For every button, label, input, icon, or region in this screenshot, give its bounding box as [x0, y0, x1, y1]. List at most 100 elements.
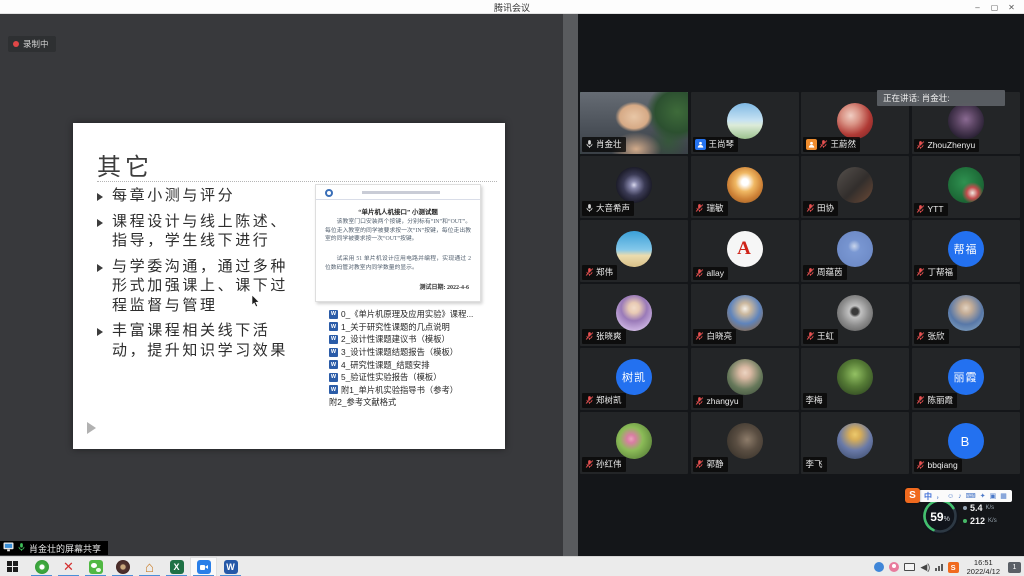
- file-name: 附1_单片机实验指导书（参考）: [341, 384, 458, 396]
- participant-tile[interactable]: 肖金壮: [580, 92, 688, 154]
- keyboard-icon[interactable]: ⌨: [966, 493, 976, 500]
- participant-name-label: 李梅: [803, 393, 827, 408]
- word-file-icon: W: [329, 373, 338, 382]
- participant-tile[interactable]: 郑伟: [580, 220, 688, 282]
- participant-tile[interactable]: 丽霞陈丽霞: [912, 348, 1020, 410]
- mic-muted-icon: [916, 204, 925, 214]
- participant-name: YTT: [928, 204, 944, 214]
- start-button[interactable]: [7, 561, 19, 573]
- download-dot-icon: [963, 519, 967, 523]
- tray-monitor-icon[interactable]: [904, 563, 915, 571]
- taskbar-app-wechat[interactable]: [82, 557, 109, 576]
- tray-speaker-icon[interactable]: ◀): [920, 562, 930, 573]
- punct-icon[interactable]: ，: [936, 493, 943, 500]
- toolbox-icon[interactable]: ✦: [980, 493, 986, 500]
- participant-name-label: 孙红伟: [582, 457, 626, 472]
- tray-person-icon[interactable]: [889, 562, 899, 572]
- meeting-icon: [197, 560, 211, 574]
- participant-tile[interactable]: 树凯郑树凯: [580, 348, 688, 410]
- taskbar-app-browser[interactable]: [28, 557, 55, 576]
- participant-tile[interactable]: 瑞敏: [691, 156, 799, 218]
- participant-tile[interactable]: Aallay: [691, 220, 799, 282]
- file-list-item[interactable]: W附1_单片机实验指导书（参考）: [329, 384, 499, 397]
- mic-muted-icon: [806, 331, 815, 341]
- participant-avatar: [727, 295, 763, 331]
- close-button[interactable]: ✕: [1003, 3, 1020, 12]
- performance-gauge[interactable]: 59%: [920, 496, 960, 536]
- file-list: W0_《单片机原理及应用实验》课程...W1_关于研究性课题的几点说明W2_设计…: [329, 308, 499, 409]
- maximize-button[interactable]: ▢: [986, 3, 1003, 12]
- participant-tile[interactable]: 王虹: [801, 284, 909, 346]
- emoji-icon[interactable]: ☺: [947, 493, 954, 500]
- tray-sogou-icon[interactable]: S: [948, 562, 959, 573]
- slide-bullet: 课程设计与线上陈述、指导，学生线下进行: [95, 213, 295, 252]
- word-file-icon: W: [329, 310, 338, 319]
- voice-icon[interactable]: ♪: [958, 493, 962, 500]
- participant-tile[interactable]: 白晓亮: [691, 284, 799, 346]
- document-paragraph: 该教室门口安装两个按键，分别标有“IN”和“OUT”。每位走入教室的同学被要求按…: [325, 218, 471, 244]
- grid-icon[interactable]: ▦: [1000, 493, 1007, 500]
- monitor-icon: [3, 539, 14, 557]
- recording-label: 录制中: [23, 38, 49, 50]
- file-list-item[interactable]: W4_研究性课题_结题安排: [329, 358, 499, 371]
- taskbar-app-excel[interactable]: X: [163, 557, 190, 576]
- document-title: “单片机人机接口” 小测试题: [316, 206, 480, 216]
- mic-muted-icon: [695, 331, 704, 341]
- participant-tile[interactable]: 张晓爽: [580, 284, 688, 346]
- participant-tile[interactable]: YTT: [912, 156, 1020, 218]
- participant-tile[interactable]: 帮福丁帮福: [912, 220, 1020, 282]
- taskbar-app-meeting[interactable]: [190, 557, 217, 576]
- taskbar-clock[interactable]: 16:51 2022/4/12: [964, 558, 1003, 576]
- minimize-button[interactable]: –: [969, 3, 986, 12]
- participant-tile[interactable]: 周蕴茵: [801, 220, 909, 282]
- gauge-value: 59: [930, 510, 943, 524]
- file-list-item[interactable]: W1_关于研究性课题的几点说明: [329, 321, 499, 334]
- file-name: 0_《单片机原理及应用实验》课程...: [341, 308, 473, 320]
- participant-tile[interactable]: 田协: [801, 156, 909, 218]
- ime-toolbar[interactable]: 中 ， ☺ ♪ ⌨ ✦ ▣▦: [919, 490, 1012, 502]
- file-list-item[interactable]: W0_《单片机原理及应用实验》课程...: [329, 308, 499, 321]
- taskbar-app-darkapp[interactable]: [109, 557, 136, 576]
- file-list-item[interactable]: W5_验证性实验报告（模板）: [329, 371, 499, 384]
- participant-avatar: [948, 295, 984, 331]
- taskbar-app-word[interactable]: W: [217, 557, 244, 576]
- participant-avatar: 帮福: [948, 231, 984, 267]
- participant-name-label: 瑞敏: [693, 201, 728, 216]
- participant-avatar: [727, 359, 763, 395]
- tray-blueapp-icon[interactable]: [874, 562, 884, 572]
- participant-name-label: YTT: [914, 203, 948, 216]
- file-list-item[interactable]: W2_设计性课题建议书（模板）: [329, 333, 499, 346]
- mic-muted-icon: [695, 203, 704, 213]
- recording-indicator[interactable]: 录制中: [8, 36, 56, 52]
- share-mic-icon: [17, 539, 26, 557]
- darkapp-icon: [116, 560, 130, 574]
- file-list-item[interactable]: ≡附2_参考文献格式: [329, 396, 499, 409]
- skin-icon[interactable]: ▣: [990, 493, 997, 500]
- sogou-logo-icon[interactable]: S: [905, 488, 920, 503]
- participant-tile[interactable]: 张欣: [912, 284, 1020, 346]
- participant-name-label: 白晓亮: [693, 329, 737, 344]
- participant-tile[interactable]: zhangyu: [691, 348, 799, 410]
- participant-tile[interactable]: Bbbqiang: [912, 412, 1020, 474]
- screen-share-banner[interactable]: 肖金壮的屏幕共享: [0, 541, 108, 555]
- participant-tile[interactable]: 李梅: [801, 348, 909, 410]
- panel-divider[interactable]: [563, 14, 578, 556]
- participant-tile[interactable]: 李飞: [801, 412, 909, 474]
- participant-tile[interactable]: 王尚琴: [691, 92, 799, 154]
- participant-name-label: 大音希声: [582, 201, 634, 216]
- participant-avatar: A: [727, 231, 763, 267]
- mic-muted-icon: [916, 331, 925, 341]
- meeting-main: 录制中 其它 每章小测与评分课程设计与线上陈述、指导，学生线下进行与学委沟通，通…: [0, 14, 1024, 556]
- participant-tile[interactable]: 孙红伟: [580, 412, 688, 474]
- speaking-banner-text: 正在讲话: 肖金壮:: [883, 92, 950, 104]
- taskbar-app-redx[interactable]: ✕: [55, 557, 82, 576]
- participant-tile[interactable]: 大音希声: [580, 156, 688, 218]
- browser-icon: [35, 560, 49, 574]
- notification-icon[interactable]: 1: [1008, 562, 1021, 573]
- taskbar-app-home[interactable]: ⌂: [136, 557, 163, 576]
- file-list-item[interactable]: W3_设计性课题结题报告（模板）: [329, 346, 499, 359]
- tray-network-icon[interactable]: [935, 564, 942, 571]
- participant-name-label: 王蔚然: [803, 137, 860, 152]
- participant-tile[interactable]: 郭静: [691, 412, 799, 474]
- ime-mode-toggle[interactable]: 中: [924, 491, 932, 502]
